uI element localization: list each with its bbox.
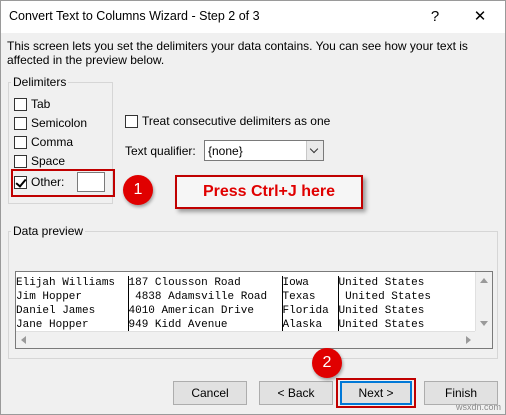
scroll-right-icon[interactable]	[466, 336, 471, 344]
preview-cell: Florida	[282, 304, 339, 318]
table-row: Daniel James 4010 American Drive Florida…	[16, 304, 433, 318]
delimiters-title: Delimiters	[11, 75, 69, 89]
preview-horizontal-scrollbar[interactable]	[16, 331, 476, 348]
preview-cell: Texas	[282, 290, 339, 304]
preview-cell: Jane Hopper	[16, 318, 129, 332]
preview-cell: Jim Hopper	[16, 290, 129, 304]
semicolon-checkbox[interactable]	[14, 116, 27, 130]
consecutive-checkbox-row[interactable]: Treat consecutive delimiters as one	[125, 113, 330, 129]
window-title: Convert Text to Columns Wizard - Step 2 …	[9, 9, 260, 23]
preview-cell: Iowa	[282, 276, 339, 290]
data-preview-title: Data preview	[11, 224, 86, 238]
comma-checkbox-row[interactable]: Comma	[14, 134, 73, 150]
scroll-up-icon[interactable]	[480, 278, 488, 283]
preview-cell: Alaska	[282, 318, 339, 332]
preview-cell: 4010 American Drive	[128, 304, 283, 318]
close-button[interactable]: ✕	[463, 5, 497, 29]
semicolon-label: Semicolon	[31, 116, 88, 130]
step-2-badge: 2	[312, 348, 342, 378]
preview-vertical-scrollbar[interactable]	[475, 272, 492, 332]
watermark: wsxdn.com	[455, 402, 501, 412]
wizard-window: Convert Text to Columns Wizard - Step 2 …	[0, 0, 506, 415]
preview-cell: 187 Clousson Road	[128, 276, 283, 290]
preview-cell: United States	[338, 305, 425, 317]
chevron-down-icon[interactable]	[306, 141, 323, 160]
table-row: Elijah Williams 187 Clousson Road Iowa U…	[16, 276, 433, 290]
wizard-description: This screen lets you set the delimiters …	[7, 39, 468, 67]
preview-cell: United States	[338, 277, 425, 289]
help-button[interactable]: ?	[421, 5, 449, 29]
table-row: Jane Hopper 949 Kidd Avenue Alaska Unite…	[16, 318, 433, 332]
comma-label: Comma	[31, 135, 74, 149]
ctrl-j-callout: Press Ctrl+J here	[175, 175, 363, 209]
preview-cell: United States	[338, 319, 425, 331]
consecutive-checkbox[interactable]	[125, 114, 138, 128]
text-qualifier-label: Text qualifier:	[125, 144, 196, 158]
preview-cell: Elijah Williams	[16, 276, 129, 290]
preview-cell: Daniel James	[16, 304, 129, 318]
comma-checkbox[interactable]	[14, 135, 27, 149]
tab-label: Tab	[31, 97, 51, 111]
data-preview-pane: Elijah Williams 187 Clousson Road Iowa U…	[15, 271, 493, 349]
preview-table: Elijah Williams 187 Clousson Road Iowa U…	[16, 276, 433, 332]
space-checkbox-row[interactable]: Space	[14, 153, 65, 169]
title-bar: Convert Text to Columns Wizard - Step 2 …	[1, 1, 505, 33]
cancel-button[interactable]: Cancel	[173, 381, 247, 405]
text-qualifier-value: {none}	[208, 144, 243, 158]
tab-checkbox-row[interactable]: Tab	[14, 96, 50, 112]
semicolon-checkbox-row[interactable]: Semicolon	[14, 115, 87, 131]
tab-checkbox[interactable]	[14, 97, 27, 111]
next-highlight-box	[336, 378, 416, 408]
preview-cell: 4838 Adamsville Road	[128, 290, 283, 304]
back-button[interactable]: < Back	[259, 381, 333, 405]
space-label: Space	[31, 154, 66, 168]
scrollbar-corner	[475, 331, 492, 348]
step-1-badge: 1	[123, 175, 153, 205]
space-checkbox[interactable]	[14, 154, 27, 168]
other-highlight-box	[11, 169, 115, 197]
scroll-down-icon[interactable]	[480, 321, 488, 326]
preview-cell: United States	[338, 291, 431, 303]
preview-cell: 949 Kidd Avenue	[128, 318, 283, 332]
scroll-left-icon[interactable]	[21, 336, 26, 344]
text-qualifier-select[interactable]: {none}	[204, 140, 324, 161]
table-row: Jim Hopper 4838 Adamsville Road Texas Un…	[16, 290, 433, 304]
consecutive-label: Treat consecutive delimiters as one	[142, 114, 331, 128]
